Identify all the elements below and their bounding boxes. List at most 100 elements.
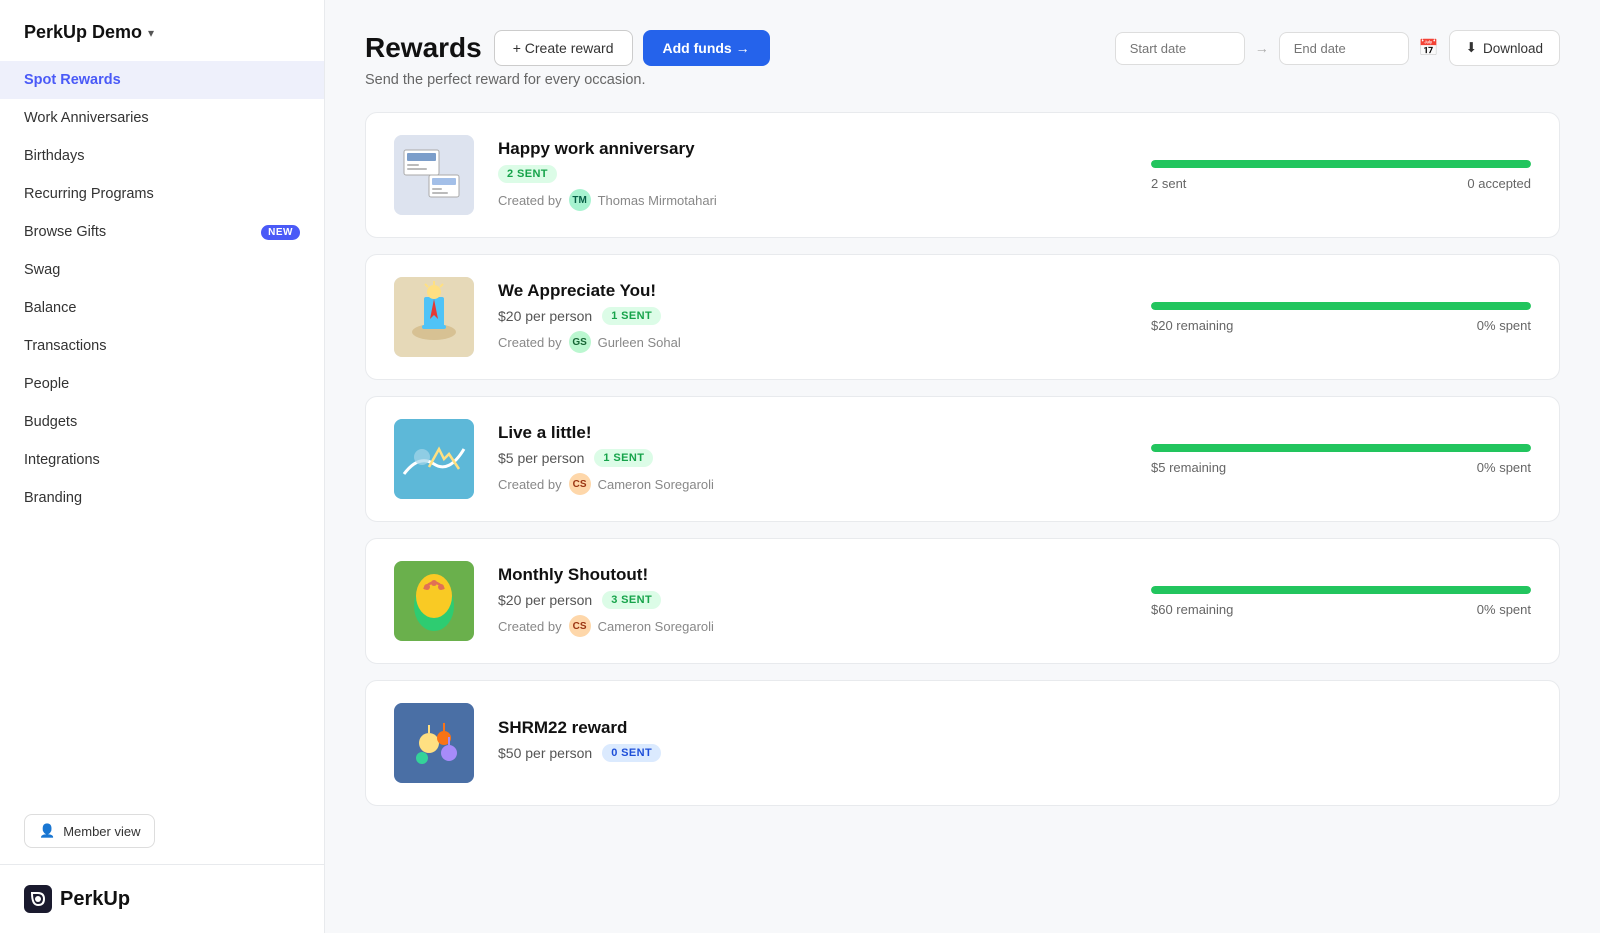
reward-created-by-label-we-appreciate-you: Created by <box>498 335 562 350</box>
sidebar-item-label-browse-gifts: Browse Gifts <box>24 224 106 240</box>
reward-stats-row-happy-work-anniversary: 2 sent 0 accepted <box>1151 176 1531 191</box>
download-label: Download <box>1483 41 1543 56</box>
reward-card-we-appreciate-you[interactable]: We Appreciate You!$20 per person1 SENTCr… <box>365 254 1560 380</box>
page-title: Rewards <box>365 32 482 64</box>
end-date-input[interactable] <box>1279 32 1409 65</box>
sidebar-item-label-people: People <box>24 376 69 392</box>
sidebar-item-transactions[interactable]: Transactions <box>0 327 324 365</box>
date-separator: → <box>1255 40 1269 56</box>
reward-stat-right-happy-work-anniversary: 0 accepted <box>1467 176 1531 191</box>
create-reward-label: + Create reward <box>513 40 614 56</box>
sidebar-item-browse-gifts[interactable]: Browse Gifts NEW <box>0 213 324 251</box>
create-reward-button[interactable]: + Create reward <box>494 30 633 66</box>
reward-progress-bar-live-a-little <box>1151 444 1531 452</box>
add-funds-label: Add funds → <box>663 40 750 56</box>
reward-stat-right-live-a-little: 0% spent <box>1477 460 1531 475</box>
reward-stat-left-live-a-little: $5 remaining <box>1151 460 1226 475</box>
sidebar-item-label-branding: Branding <box>24 490 82 506</box>
add-funds-button[interactable]: Add funds → <box>643 30 770 66</box>
reward-creator-we-appreciate-you: Created by GS Gurleen Sohal <box>498 331 1127 353</box>
reward-creator-monthly-shoutout: Created byCSCameron Soregaroli <box>498 615 1127 637</box>
sidebar-item-label-recurring-programs: Recurring Programs <box>24 186 154 202</box>
sidebar-item-people[interactable]: People <box>0 365 324 403</box>
sidebar-item-integrations[interactable]: Integrations <box>0 441 324 479</box>
calendar-icon: 📅 <box>1419 38 1439 58</box>
reward-card-shrm22-reward[interactable]: SHRM22 reward$50 per person0 SENT <box>365 680 1560 806</box>
sidebar-item-work-anniversaries[interactable]: Work Anniversaries <box>0 99 324 137</box>
reward-badge-happy-work-anniversary: 2 SENT <box>498 165 557 183</box>
reward-stat-left-monthly-shoutout: $60 remaining <box>1151 602 1233 617</box>
app-title: PerkUp Demo <box>24 22 142 43</box>
perkup-logo-icon <box>24 885 52 913</box>
reward-title-live-a-little: Live a little! <box>498 423 1127 443</box>
reward-card-live-a-little[interactable]: Live a little! $5 per person 1 SENT Created… <box>365 396 1560 522</box>
reward-amount-monthly-shoutout: $20 per person <box>498 592 592 608</box>
perkup-logo-text: PerkUp <box>60 888 130 911</box>
header-right: → 📅 ⬇ Download <box>1115 30 1560 66</box>
reward-stats-monthly-shoutout: $60 remaining 0% spent <box>1151 586 1531 617</box>
reward-meta-happy-work-anniversary: 2 SENT <box>498 165 1127 183</box>
reward-stats-row-live-a-little: $5 remaining 0% spent <box>1151 460 1531 475</box>
reward-creator-name-monthly-shoutout: Cameron Soregaroli <box>598 619 714 634</box>
reward-creator-name-live-a-little: Cameron Soregaroli <box>598 477 714 492</box>
download-button[interactable]: ⬇ Download <box>1449 30 1560 66</box>
reward-stats-row-monthly-shoutout: $60 remaining 0% spent <box>1151 602 1531 617</box>
sidebar-item-label-budgets: Budgets <box>24 414 77 430</box>
sidebar-footer: PerkUp <box>0 864 324 933</box>
reward-info-shrm22-reward: SHRM22 reward$50 per person0 SENT <box>498 718 1531 768</box>
member-view-icon: 👤 <box>39 823 55 839</box>
reward-image-we-appreciate-you <box>394 277 474 357</box>
sidebar-item-label-balance: Balance <box>24 300 76 316</box>
reward-creator-avatar-live-a-little: CS <box>569 473 591 495</box>
reward-amount-live-a-little: $5 per person <box>498 450 584 466</box>
reward-badge-live-a-little: 1 SENT <box>594 449 653 467</box>
reward-creator-avatar-we-appreciate-you: GS <box>569 331 591 353</box>
reward-stat-left-happy-work-anniversary: 2 sent <box>1151 176 1186 191</box>
reward-stat-right-monthly-shoutout: 0% spent <box>1477 602 1531 617</box>
start-date-input[interactable] <box>1115 32 1245 65</box>
reward-card-monthly-shoutout[interactable]: Monthly Shoutout!$20 per person3 SENTCre… <box>365 538 1560 664</box>
reward-progress-bar-monthly-shoutout <box>1151 586 1531 594</box>
reward-title-monthly-shoutout: Monthly Shoutout! <box>498 565 1127 585</box>
sidebar-item-label-integrations: Integrations <box>24 452 100 468</box>
sidebar-item-birthdays[interactable]: Birthdays <box>0 137 324 175</box>
sidebar-item-swag[interactable]: Swag <box>0 251 324 289</box>
rewards-list: Happy work anniversary 2 SENT Created by TM… <box>365 112 1560 806</box>
sidebar-item-label-spot-rewards: Spot Rewards <box>24 72 121 88</box>
reward-created-by-label-happy-work-anniversary: Created by <box>498 193 562 208</box>
header-actions: + Create reward Add funds → <box>494 30 770 66</box>
reward-info-we-appreciate-you: We Appreciate You!$20 per person1 SENTCr… <box>498 281 1127 353</box>
reward-stats-we-appreciate-you: $20 remaining0% spent <box>1151 302 1531 333</box>
reward-progress-bar-we-appreciate-you <box>1151 302 1531 310</box>
reward-info-monthly-shoutout: Monthly Shoutout!$20 per person3 SENTCre… <box>498 565 1127 637</box>
reward-created-by-label-live-a-little: Created by <box>498 477 562 492</box>
sidebar-item-spot-rewards[interactable]: Spot Rewards <box>0 61 324 99</box>
member-view-button[interactable]: 👤 Member view <box>24 814 155 848</box>
app-title-header[interactable]: PerkUp Demo ▾ <box>0 0 324 53</box>
sidebar-item-budgets[interactable]: Budgets <box>0 403 324 441</box>
sidebar-item-branding[interactable]: Branding <box>0 479 324 517</box>
page-header: Rewards + Create reward Add funds → → 📅 … <box>365 30 1560 66</box>
reward-image-monthly-shoutout <box>394 561 474 641</box>
reward-creator-avatar-happy-work-anniversary: TM <box>569 189 591 211</box>
reward-title-shrm22-reward: SHRM22 reward <box>498 718 1531 738</box>
reward-image-shrm22-reward <box>394 703 474 783</box>
sidebar-badge-browse-gifts: NEW <box>261 225 300 240</box>
sidebar-item-label-work-anniversaries: Work Anniversaries <box>24 110 149 126</box>
reward-card-happy-work-anniversary[interactable]: Happy work anniversary 2 SENT Created by TM… <box>365 112 1560 238</box>
reward-image-live-a-little <box>394 419 474 499</box>
reward-amount-we-appreciate-you: $20 per person <box>498 308 592 324</box>
sidebar-nav: Spot Rewards Work Anniversaries Birthdays R… <box>0 53 324 814</box>
reward-badge-shrm22-reward: 0 SENT <box>602 744 661 762</box>
reward-image-happy-work-anniversary <box>394 135 474 215</box>
sidebar-item-balance[interactable]: Balance <box>0 289 324 327</box>
reward-badge-monthly-shoutout: 3 SENT <box>602 591 661 609</box>
reward-creator-live-a-little: Created by CS Cameron Soregaroli <box>498 473 1127 495</box>
reward-stats-row-we-appreciate-you: $20 remaining0% spent <box>1151 318 1531 333</box>
reward-title-happy-work-anniversary: Happy work anniversary <box>498 139 1127 159</box>
reward-stat-left-we-appreciate-you: $20 remaining <box>1151 318 1233 333</box>
reward-creator-name-we-appreciate-you: Gurleen Sohal <box>598 335 681 350</box>
sidebar-item-recurring-programs[interactable]: Recurring Programs <box>0 175 324 213</box>
reward-creator-avatar-monthly-shoutout: CS <box>569 615 591 637</box>
main-content: Rewards + Create reward Add funds → → 📅 … <box>325 0 1600 933</box>
